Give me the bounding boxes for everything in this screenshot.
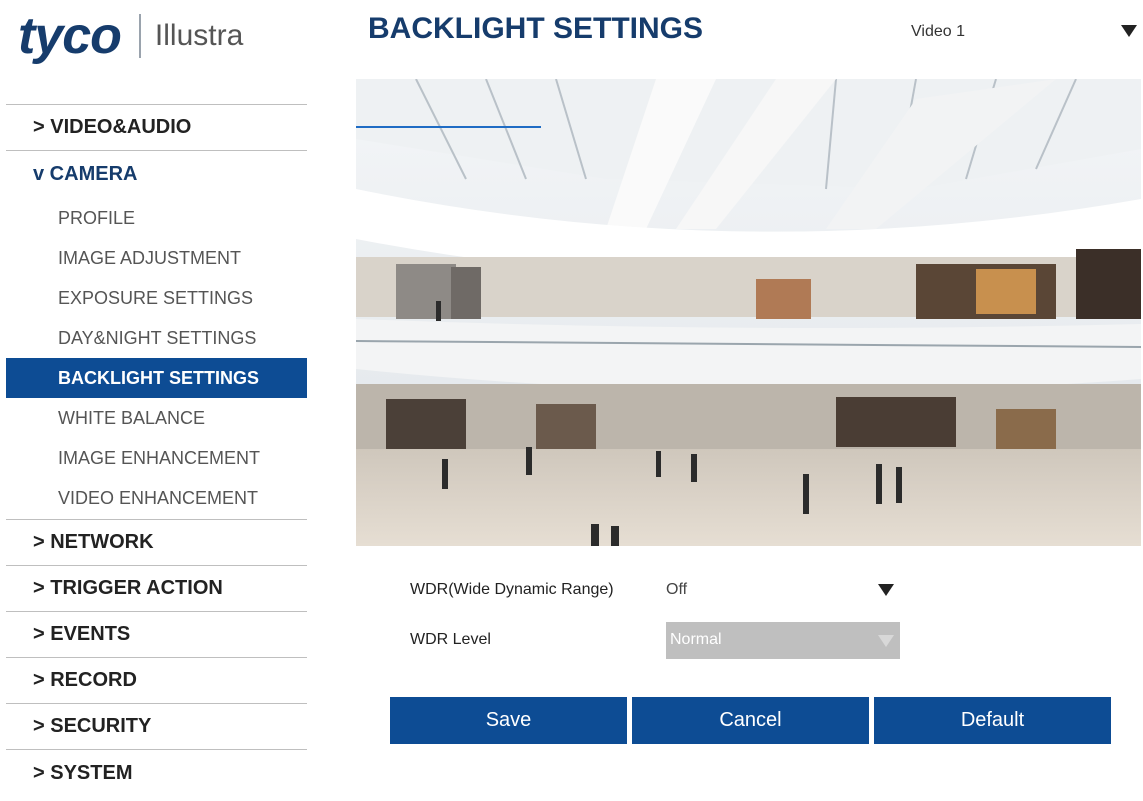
logo-divider — [138, 14, 141, 58]
nav-backlight-settings[interactable]: BACKLIGHT SETTINGS — [6, 358, 307, 398]
nav-trigger-action[interactable]: > TRIGGER ACTION — [6, 566, 307, 612]
nav-system[interactable]: > SYSTEM — [6, 750, 307, 796]
logo-illustra: Illustra — [154, 19, 244, 52]
nav-record[interactable]: > RECORD — [6, 658, 307, 704]
nav-security[interactable]: > SECURITY — [6, 704, 307, 750]
nav-image-adjustment[interactable]: IMAGE ADJUSTMENT — [6, 238, 307, 278]
nav-profile[interactable]: PROFILE — [6, 198, 307, 238]
page-title: BACKLIGHT SETTINGS — [368, 12, 703, 45]
video-stream-value: Video 1 — [911, 23, 965, 40]
nav-image-enhancement[interactable]: IMAGE ENHANCEMENT — [6, 438, 307, 478]
default-button[interactable]: Default — [874, 697, 1111, 744]
wdr-select[interactable]: Off — [666, 573, 900, 607]
save-button[interactable]: Save — [390, 697, 627, 744]
nav-events[interactable]: > EVENTS — [6, 612, 307, 658]
wdr-level-label: WDR Level — [410, 631, 491, 648]
camera-submenu: PROFILE IMAGE ADJUSTMENT EXPOSURE SETTIN… — [6, 198, 307, 520]
wdr-level-select: Normal — [666, 621, 900, 659]
nav-day-night-settings[interactable]: DAY&NIGHT SETTINGS — [6, 318, 307, 358]
video-stream-select[interactable]: Video 1 — [911, 20, 1141, 44]
nav-network[interactable]: > NETWORK — [6, 520, 307, 566]
chevron-down-icon — [878, 584, 894, 596]
chevron-down-icon — [1121, 25, 1137, 37]
wdr-value: Off — [666, 581, 688, 598]
brand-logo: tyco Illustra — [18, 6, 243, 66]
wdr-level-value: Normal — [670, 631, 722, 648]
cancel-button[interactable]: Cancel — [632, 697, 869, 744]
sidebar-nav: > VIDEO&AUDIO v CAMERA PROFILE IMAGE ADJ… — [6, 104, 307, 796]
wdr-row: WDR(Wide Dynamic Range) Off — [410, 573, 900, 607]
nav-white-balance[interactable]: WHITE BALANCE — [6, 398, 307, 438]
wdr-label: WDR(Wide Dynamic Range) — [410, 581, 614, 598]
logo-tyco: tyco — [18, 7, 122, 65]
video-preview-image — [356, 79, 1141, 546]
nav-video-audio[interactable]: > VIDEO&AUDIO — [6, 105, 307, 151]
video-preview — [356, 79, 1141, 546]
nav-exposure-settings[interactable]: EXPOSURE SETTINGS — [6, 278, 307, 318]
nav-camera[interactable]: v CAMERA — [6, 151, 307, 198]
wdr-level-row: WDR Level Normal — [410, 621, 900, 659]
chevron-down-icon — [878, 634, 894, 647]
nav-video-enhancement[interactable]: VIDEO ENHANCEMENT — [6, 478, 307, 518]
